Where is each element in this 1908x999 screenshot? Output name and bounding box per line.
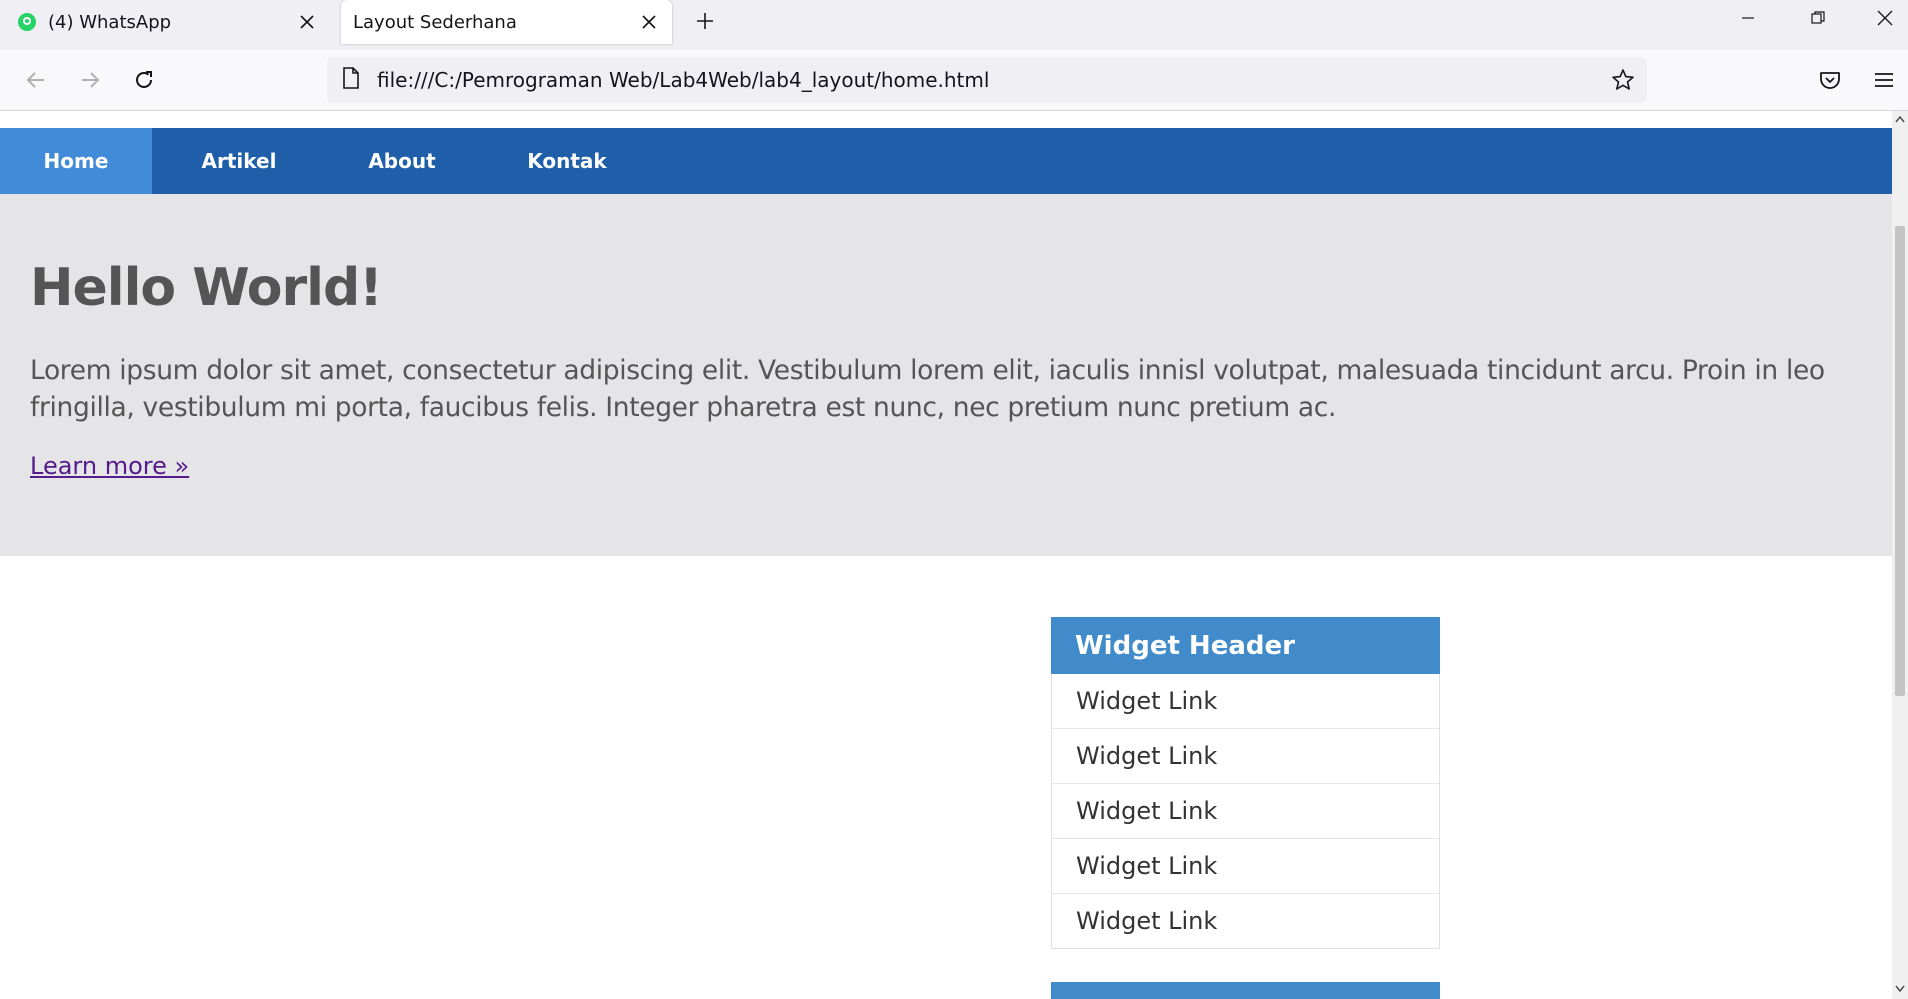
close-tab-icon[interactable] — [638, 11, 660, 33]
tab-title: (4) WhatsApp — [48, 11, 172, 33]
url-text[interactable]: file:///C:/Pemrograman Web/Lab4Web/lab4_… — [377, 68, 989, 92]
bookmark-star-icon[interactable] — [1609, 66, 1637, 94]
nav-kontak-link[interactable]: Kontak — [478, 128, 656, 194]
close-tab-icon[interactable] — [296, 11, 318, 33]
widget-link[interactable]: Widget Link — [1052, 839, 1439, 894]
widget-header: Widget Header — [1051, 617, 1440, 674]
tab-whatsapp[interactable]: (4) WhatsApp — [0, 0, 330, 44]
sidebar-widget: Widget Header Widget Link Widget Link Wi… — [1051, 617, 1440, 949]
vertical-scrollbar[interactable] — [1892, 111, 1908, 999]
reload-icon[interactable] — [128, 64, 160, 96]
tab-strip: (4) WhatsApp Layout Sederhana — [0, 0, 1908, 50]
nav-home-link[interactable]: Home — [0, 128, 152, 194]
scrollbar-thumb[interactable] — [1895, 226, 1905, 696]
learn-more-link[interactable]: Learn more » — [30, 452, 189, 480]
page-viewport: Home Artikel About Kontak Hello World! L… — [0, 111, 1892, 999]
back-icon[interactable] — [20, 64, 52, 96]
close-window-button[interactable] — [1857, 0, 1908, 36]
address-bar[interactable]: file:///C:/Pemrograman Web/Lab4Web/lab4_… — [327, 57, 1647, 103]
tab-layout-sederhana[interactable]: Layout Sederhana — [341, 0, 672, 44]
nav-about-link[interactable]: About — [326, 128, 478, 194]
new-tab-button[interactable] — [690, 6, 720, 36]
widget-link[interactable]: Widget Link — [1052, 674, 1439, 729]
menu-icon[interactable] — [1868, 64, 1900, 96]
nav-artikel-link[interactable]: Artikel — [152, 128, 326, 194]
widget-link[interactable]: Widget Link — [1052, 784, 1439, 839]
tab-title: Layout Sederhana — [353, 11, 517, 33]
widget-link[interactable]: Widget Link — [1052, 729, 1439, 784]
pocket-icon[interactable] — [1814, 64, 1846, 96]
restore-button[interactable] — [1790, 0, 1846, 36]
whatsapp-icon — [18, 13, 36, 31]
hero-section: Hello World! Lorem ipsum dolor sit amet,… — [0, 194, 1892, 556]
scroll-up-arrow-icon[interactable] — [1894, 113, 1906, 125]
scroll-down-arrow-icon[interactable] — [1894, 983, 1906, 995]
hero-title: Hello World! — [30, 258, 383, 318]
page-icon — [341, 67, 361, 93]
minimize-button[interactable] — [1720, 0, 1776, 36]
forward-icon[interactable] — [74, 64, 106, 96]
hero-text: Lorem ipsum dolor sit amet, consectetur … — [30, 355, 1825, 423]
second-widget-header — [1051, 982, 1440, 999]
site-navigation: Home Artikel About Kontak — [0, 128, 1892, 194]
widget-link[interactable]: Widget Link — [1052, 894, 1439, 948]
